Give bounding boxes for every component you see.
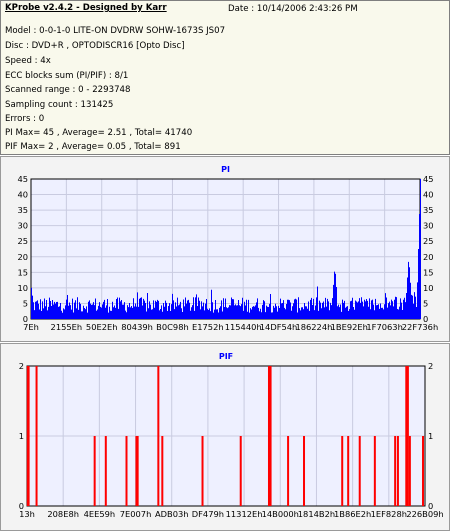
y-tick-label-right: 1 (428, 431, 433, 441)
info-pif-stats: PIF Max= 2 , Average= 0.05 , Total= 891 (5, 142, 181, 152)
x-tick-label: 115440h (225, 322, 262, 332)
pif-bar (125, 436, 128, 506)
y-tick-label-right: 25 (423, 236, 434, 246)
info-sampling: Sampling count : 131425 (5, 100, 114, 110)
y-tick-label-right: 10 (423, 283, 434, 293)
pif-bar (161, 436, 164, 506)
x-tick-label: E1752h (192, 322, 224, 332)
x-tick-label: 1F7063h (366, 322, 402, 332)
x-tick-label: 1B86E2h (334, 509, 371, 519)
info-pi-stats: PI Max= 45 , Average= 2.51 , Total= 4174… (5, 128, 193, 138)
x-tick-label: 7E007h (120, 509, 152, 519)
info-speed: Speed : 4x (5, 56, 51, 66)
pi-chart: PI0 05 510 1015 1520 2025 2530 3035 3540 4045 457E… (17, 165, 438, 332)
pif-bar (347, 436, 350, 506)
x-tick-label: 4EE59h (84, 509, 116, 519)
pif-bar (406, 366, 409, 506)
info-errors: Errors : 0 (5, 114, 45, 124)
pif-bar (303, 436, 306, 506)
x-tick-label: 22F736h (402, 322, 438, 332)
pif-bar (157, 366, 160, 506)
pif-bar (422, 436, 425, 506)
pif-chart: PIF0 01 12 213h 208E8h 4EE59h 7E007h ADB03h DF47… (19, 352, 444, 519)
pif-bar (104, 436, 107, 506)
y-tick-label-right: 40 (423, 190, 434, 200)
pi-chart-panel: PI 0 0 5 5 10 10 15 15 20 20 25 25 30 30 35 35 40 40 45 45 7E… (0, 156, 450, 342)
y-tick-label-right: 5 (423, 298, 428, 308)
y-tick-label-right: 45 (423, 174, 434, 184)
y-tick-label-right: 2 (428, 361, 433, 371)
y-tick-label-left: 10 (17, 283, 28, 293)
x-tick-label: 50E2Eh (86, 322, 118, 332)
info-ecc: ECC blocks sum (PI/PIF) : 8/1 (5, 71, 129, 81)
y-tick-label-right: 30 (423, 221, 434, 231)
y-tick-label-left: 35 (17, 205, 28, 215)
x-tick-label: DF479h (192, 509, 224, 519)
info-disc: Disc : DVD+R , OPTODISCR16 [Opto Disc] (5, 41, 185, 51)
chart-title: PIF (219, 352, 233, 361)
pif-bar (27, 366, 30, 506)
pif-bar (287, 436, 290, 506)
y-tick-label-left: 2 (19, 361, 24, 371)
x-tick-label: 11312Eh (226, 509, 263, 519)
x-tick-label: 7Eh (23, 322, 39, 332)
x-tick-label: 226B09h (406, 509, 443, 519)
pif-bar (396, 436, 399, 506)
y-tick-label-left: 25 (17, 236, 28, 246)
pif-bar (408, 436, 411, 506)
scan-date: Date : 10/14/2006 2:43:26 PM (228, 4, 358, 14)
info-range: Scanned range : 0 - 2293748 (5, 85, 131, 95)
pif-bar (136, 436, 139, 506)
pif-bar (239, 436, 242, 506)
y-tick-label-left: 30 (17, 221, 28, 231)
pif-chart-panel: PIF 0 0 1 1 2 2 13h 208E8h 4EE59h 7E007h ADB03h DF47… (0, 343, 450, 531)
y-tick-label-right: 15 (423, 267, 434, 277)
x-tick-label: 208E8h (47, 509, 79, 519)
pif-bar (35, 366, 38, 506)
pif-bar (201, 436, 204, 506)
y-tick-label-right: 20 (423, 252, 434, 262)
info-model: Model : 0-0-1-0 LITE-ON DVDRW SOHW-1673S… (5, 26, 226, 36)
x-tick-label: 186224h (295, 322, 332, 332)
x-tick-label: 1BE92Eh (331, 322, 368, 332)
y-tick-label-left: 45 (17, 174, 28, 184)
x-tick-label: 13h (19, 509, 35, 519)
pif-bar (373, 436, 376, 506)
x-tick-label: ADB03h (155, 509, 189, 519)
y-tick-label-left: 1 (19, 431, 24, 441)
app-title: KProbe v2.4.2 - Designed by Karr (5, 3, 167, 13)
pif-bar (358, 436, 361, 506)
x-tick-label: B0C98h (156, 322, 189, 332)
y-tick-label-left: 40 (17, 190, 28, 200)
info-panel: KProbe v2.4.2 - Designed by Karr Date : … (0, 0, 450, 155)
y-tick-label-right: 35 (423, 205, 434, 215)
x-tick-label: 1814B2h (298, 509, 335, 519)
x-tick-label: 80439h (121, 322, 153, 332)
pif-bar (93, 436, 96, 506)
x-tick-label: 1EF828h (371, 509, 407, 519)
pif-bar (341, 436, 344, 506)
pif-bar (394, 436, 397, 506)
x-tick-label: 2155Eh (51, 322, 83, 332)
x-tick-label: 14DF54h (260, 322, 298, 332)
y-tick-label-left: 15 (17, 267, 28, 277)
x-tick-label: 14B000h (262, 509, 299, 519)
y-tick-label-left: 20 (17, 252, 28, 262)
y-tick-label-left: 5 (23, 298, 28, 308)
chart-title: PI (221, 165, 230, 174)
pif-bar (269, 366, 272, 506)
